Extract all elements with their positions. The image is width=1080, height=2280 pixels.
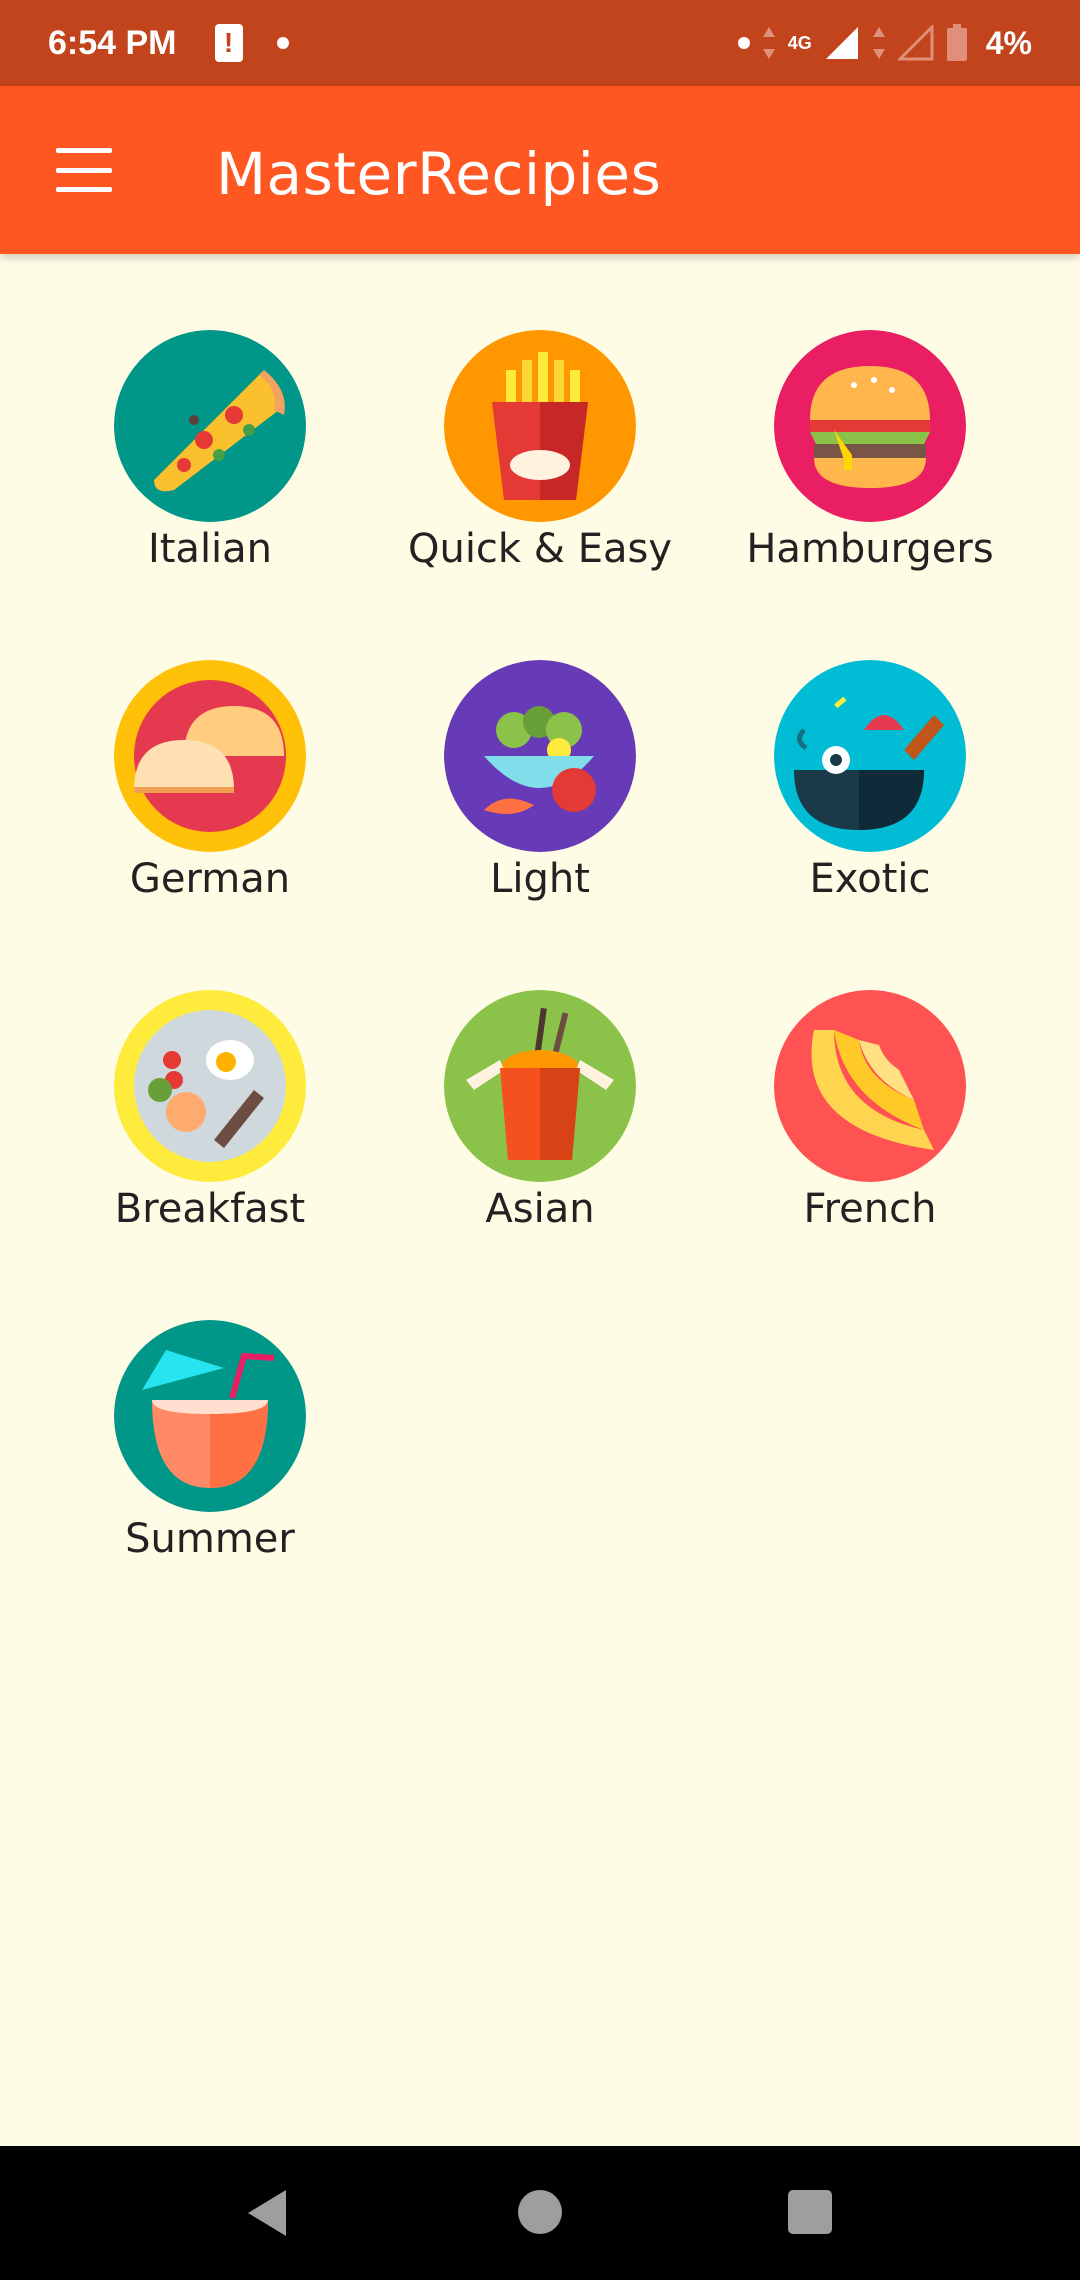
back-icon[interactable] (244, 2188, 288, 2238)
salad-icon (444, 660, 636, 852)
dumpling-icon (114, 660, 306, 852)
notification-dot-icon (276, 37, 289, 49)
data-arrows-icon (872, 27, 885, 59)
notification-dot-icon (737, 37, 750, 49)
status-bar: 6:54 PM ! 4G 4% (0, 0, 1080, 86)
category-tile-italian[interactable]: Italian (60, 330, 360, 590)
category-tile-french[interactable]: French (720, 990, 1020, 1250)
battery-icon (946, 24, 967, 61)
app-bar: MasterRecipies (0, 86, 1080, 254)
category-tile-quick-easy[interactable]: Quick & Easy (390, 330, 690, 590)
signal-empty-icon (897, 25, 934, 61)
data-arrows-icon (762, 27, 775, 59)
breakfast-plate-icon (114, 990, 306, 1182)
home-icon[interactable] (518, 2190, 562, 2234)
category-label: Exotic (809, 856, 931, 902)
noodle-box-icon (444, 990, 636, 1182)
category-tile-hamburgers[interactable]: Hamburgers (720, 330, 1020, 590)
category-tile-breakfast[interactable]: Breakfast (60, 990, 360, 1250)
category-label: Light (490, 856, 590, 902)
network-type-label: 4G (787, 32, 812, 53)
category-tile-light[interactable]: Light (390, 660, 690, 920)
system-nav-bar (0, 2146, 1080, 2280)
status-icons: 4G 4% (737, 24, 1032, 62)
category-label: Hamburgers (746, 526, 994, 572)
wok-icon (774, 660, 966, 852)
category-tile-german[interactable]: German (60, 660, 360, 920)
app-title: MasterRecipies (216, 140, 662, 208)
menu-line (56, 148, 112, 153)
category-label: French (803, 1186, 937, 1232)
signal-icon (825, 27, 858, 59)
category-label: German (129, 856, 291, 902)
category-grid: Italian Quick & Easy Hamburgers German L… (0, 254, 1080, 2146)
alert-icon: ! (214, 24, 243, 62)
category-label: Summer (125, 1516, 295, 1562)
battery-percent: 4% (985, 24, 1032, 61)
category-label: Italian (147, 526, 273, 572)
croissant-icon (774, 990, 966, 1182)
coconut-drink-icon (114, 1320, 306, 1512)
category-tile-summer[interactable]: Summer (60, 1320, 360, 1580)
recents-icon[interactable] (788, 2190, 832, 2234)
menu-line (56, 167, 112, 173)
burger-icon (774, 330, 966, 522)
category-label: Quick & Easy (407, 526, 673, 572)
menu-line (56, 187, 112, 192)
category-label: Asian (485, 1186, 595, 1232)
pizza-icon (114, 330, 306, 522)
category-tile-exotic[interactable]: Exotic (720, 660, 1020, 920)
category-label: Breakfast (114, 1186, 306, 1232)
category-tile-asian[interactable]: Asian (390, 990, 690, 1250)
fries-icon (444, 330, 636, 522)
status-time: 6:54 PM (48, 23, 177, 62)
hamburger-menu-icon[interactable] (54, 142, 114, 198)
